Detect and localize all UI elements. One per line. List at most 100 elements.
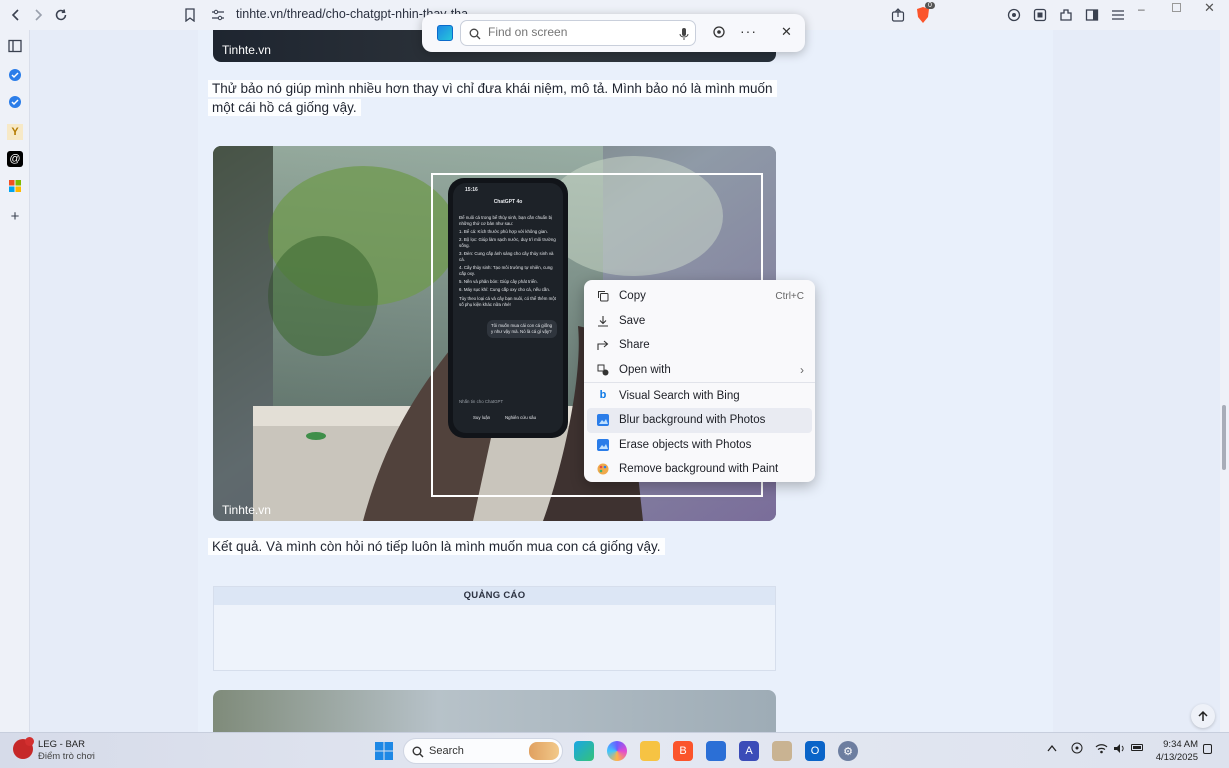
vertical-scrollbar[interactable] <box>1220 30 1229 732</box>
lens-icon[interactable] <box>712 25 726 42</box>
close-window-icon[interactable]: ✕ <box>1204 0 1215 16</box>
search-icon <box>469 28 481 40</box>
taskbar-search-label: Search <box>429 745 464 757</box>
phone-screen: 15:16 ChatGPT 4o Để nuôi cá trong bể thủ… <box>453 183 563 433</box>
article-paragraph: Thử bảo nó giúp mình nhiều hơn thay vì c… <box>208 79 778 117</box>
toolbar-right <box>1003 4 1129 26</box>
phone-item: 6. Máy sục khí: Cung cấp oxy cho cá, nếu… <box>459 287 551 292</box>
share-icon <box>596 338 610 352</box>
find-input-box[interactable] <box>460 20 696 46</box>
ms-store-taskbar-icon[interactable] <box>706 741 726 761</box>
phone-item: 1. Bể cá: Kích thước phù hợp với không g… <box>459 229 548 234</box>
start-icon[interactable] <box>374 741 394 761</box>
browser-sidebar: Y @ + <box>0 30 30 732</box>
microphone-icon[interactable] <box>679 27 689 41</box>
vpn-icon[interactable] <box>1071 742 1083 757</box>
paint-icon <box>596 462 610 476</box>
ad-label: QUẢNG CÁO <box>214 587 775 605</box>
extensions-icon[interactable] <box>1055 4 1077 26</box>
download-icon <box>596 314 610 328</box>
editor-icon[interactable]: A <box>739 741 759 761</box>
menu-item-remove-background[interactable]: Remove background with Paint <box>587 457 812 482</box>
back-icon[interactable] <box>5 4 27 26</box>
menu-label: Share <box>619 339 650 352</box>
sidebar-toggle-icon[interactable] <box>1081 4 1103 26</box>
close-find-icon[interactable]: ✕ <box>781 24 792 40</box>
menu-item-open-with[interactable]: Open with › <box>587 358 812 383</box>
ad-block: QUẢNG CÁO <box>213 586 776 671</box>
wallet-panel-icon[interactable] <box>7 94 23 110</box>
battery-icon[interactable] <box>1131 744 1143 751</box>
scroll-to-top-button[interactable] <box>1191 704 1215 728</box>
copy-icon <box>596 289 610 303</box>
more-options-icon[interactable]: ··· <box>740 23 757 39</box>
add-panel-icon[interactable]: + <box>7 208 23 225</box>
article-paragraph-2: Kết quả. Và mình còn hỏi nó tiếp luôn là… <box>208 537 778 556</box>
clock-time[interactable]: 9:34 AM <box>1162 739 1198 750</box>
reload-icon[interactable] <box>50 4 72 26</box>
phone-intro: Để nuôi cá trong bể thủy sinh, bạn cần c… <box>459 215 552 226</box>
menu-label: Open with <box>619 364 671 377</box>
extension-box-icon[interactable] <box>1029 4 1051 26</box>
menu-item-save[interactable]: Save <box>587 309 812 334</box>
bookmark-icon[interactable] <box>179 4 201 26</box>
app-icon[interactable] <box>772 741 792 761</box>
brave-browser-icon[interactable]: B <box>673 741 693 761</box>
share-icon[interactable] <box>887 4 909 26</box>
brave-shield-icon[interactable]: 0 <box>915 2 935 24</box>
menu-label: Save <box>619 314 646 327</box>
clock-date[interactable]: 4/13/2025 <box>1153 752 1198 763</box>
wallet-icon[interactable] <box>1003 4 1025 26</box>
menu-item-share[interactable]: Share <box>587 333 812 358</box>
phone-think-button: Suy luận <box>473 415 491 420</box>
watermark: Tinhte.vn <box>222 43 271 57</box>
taskbar-search[interactable]: Search <box>403 738 563 764</box>
search-icon <box>412 746 424 758</box>
phone-item: 2. Bộ lọc: Giúp làm sạch nước, duy trì m… <box>459 237 556 248</box>
menu-item-copy[interactable]: Copy Ctrl+C <box>587 284 812 309</box>
ms-store-icon[interactable] <box>7 178 23 194</box>
phone-title: ChatGPT 4o <box>493 199 523 205</box>
maximize-icon[interactable] <box>1172 3 1181 12</box>
forward-icon[interactable] <box>27 4 49 26</box>
widgets-badge <box>25 737 34 746</box>
sidebar-panel-icon[interactable] <box>7 38 23 54</box>
phone-item: 5. Nền và phân bón: Giúp cây phát triển. <box>459 279 538 284</box>
menu-item-erase-objects[interactable]: Erase objects with Photos <box>587 433 812 458</box>
widget-title[interactable]: LEG - BAR <box>38 739 85 750</box>
photos-icon <box>596 413 610 427</box>
minimize-icon[interactable]: – <box>1138 2 1150 16</box>
find-input[interactable] <box>488 25 658 39</box>
article-image-bottom[interactable] <box>213 690 776 732</box>
notification-icon[interactable] <box>1203 744 1212 754</box>
wifi-icon[interactable] <box>1095 742 1108 757</box>
widget-subtitle: Điểm trò chơi <box>38 751 95 762</box>
menu-icon[interactable] <box>1107 4 1129 26</box>
settings-icon[interactable]: ⚙ <box>838 741 858 761</box>
volume-icon[interactable] <box>1113 742 1125 757</box>
y-app-icon[interactable]: Y <box>7 124 23 140</box>
phone-time: 15:16 <box>465 187 478 193</box>
phone-search-button: Nghiên cứu sâu <box>505 415 537 420</box>
phone-outro: Tùy theo loại cá và cây bạn nuôi, có thể… <box>459 296 556 307</box>
menu-label: Blur background with Photos <box>619 414 766 427</box>
menu-item-blur-background[interactable]: Blur background with Photos <box>587 407 812 433</box>
copilot-icon[interactable] <box>574 741 594 761</box>
find-on-screen-bar: ··· ✕ <box>422 14 805 52</box>
chevron-up-icon[interactable] <box>1047 741 1057 755</box>
threads-icon[interactable]: @ <box>7 151 23 167</box>
visual-search-icon[interactable] <box>437 25 453 41</box>
bing-icon: b <box>599 389 607 402</box>
copilot-app-icon[interactable] <box>607 741 627 761</box>
search-highlight-icon <box>529 742 559 760</box>
site-settings-icon[interactable] <box>207 4 229 26</box>
phone-item: 4. Cây thủy sinh: Tạo môi trường tự nhiê… <box>459 265 553 276</box>
menu-item-visual-search[interactable]: b Visual Search with Bing <box>587 383 812 408</box>
outlook-icon[interactable]: O <box>805 741 825 761</box>
phone-item: 3. Đèn: Cung cấp ánh sáng cho cây thủy s… <box>459 251 554 262</box>
context-menu: Copy Ctrl+C Save Share Open with › b Vis… <box>584 280 815 482</box>
scrollbar-thumb[interactable] <box>1222 405 1226 470</box>
bookmarks-panel-icon[interactable] <box>7 67 23 83</box>
menu-label: Remove background with Paint <box>619 463 779 476</box>
file-explorer-icon[interactable] <box>640 741 660 761</box>
